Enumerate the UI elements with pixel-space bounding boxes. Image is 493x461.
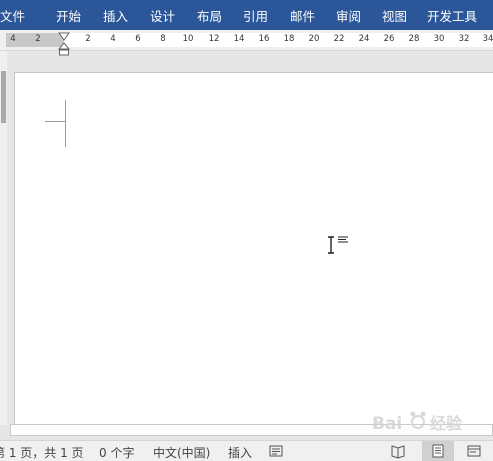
tab-developer[interactable]: 开发工具 — [427, 6, 477, 25]
tab-references[interactable]: 引用 — [243, 6, 268, 25]
tab-home[interactable]: 开始 — [56, 6, 81, 25]
svg-text:Bai: Bai — [372, 414, 402, 434]
ruler-text-area — [64, 33, 493, 47]
ruler-tick-label: 28 — [408, 34, 420, 44]
status-insert-mode[interactable]: 插入 — [228, 444, 252, 461]
ruler-tick-label: 18 — [283, 34, 295, 44]
status-page-info[interactable]: 第 1 页，共 1 页 — [0, 444, 84, 461]
ruler-tick-label: 32 — [458, 34, 470, 44]
ruler-tick-label: 24 — [358, 34, 370, 44]
ruler-tick-label: 10 — [182, 34, 194, 44]
ruler-tick-label: 8 — [160, 34, 166, 44]
tab-view[interactable]: 视图 — [382, 6, 407, 25]
ruler-tick-label: 34 — [482, 34, 493, 44]
tab-design[interactable]: 设计 — [150, 6, 175, 25]
tab-insert[interactable]: 插入 — [103, 6, 128, 25]
vertical-ruler-margin — [1, 71, 6, 123]
status-word-count[interactable]: 0 个字 — [99, 444, 134, 461]
tab-review[interactable]: 审阅 — [336, 6, 361, 25]
indent-marker-icon[interactable] — [58, 31, 70, 57]
ruler-tick-label: 4 — [110, 34, 116, 44]
ruler-tick-label: 4 — [10, 34, 16, 44]
ribbon-tab-bar: 文件 开始 插入 设计 布局 引用 邮件 审阅 视图 开发工具 — [0, 0, 493, 30]
web-layout-icon[interactable] — [466, 443, 482, 459]
ruler-tick-label: 6 — [135, 34, 141, 44]
macro-record-icon[interactable] — [268, 443, 284, 459]
click-and-type-align-icon — [338, 236, 348, 243]
tab-file[interactable]: 文件 — [0, 6, 25, 25]
margin-crop-mark — [45, 121, 65, 122]
tab-layout[interactable]: 布局 — [197, 6, 222, 25]
tab-mailings[interactable]: 邮件 — [290, 6, 315, 25]
read-mode-icon[interactable] — [390, 443, 406, 459]
ruler-tick-label: 2 — [35, 34, 41, 44]
status-bar: 第 1 页，共 1 页 0 个字 中文(中国) 插入 — [0, 440, 493, 461]
ruler-tick-label: 14 — [233, 34, 245, 44]
watermark-logo: Bai 经验 — [372, 402, 488, 442]
ruler-tick-label: 30 — [433, 34, 445, 44]
margin-crop-mark — [65, 100, 66, 147]
status-language[interactable]: 中文(中国) — [153, 444, 210, 461]
text-cursor-icon — [328, 236, 334, 254]
ruler-tick-label: 12 — [208, 34, 220, 44]
vertical-ruler[interactable] — [0, 51, 7, 425]
ruler-tick-label: 26 — [383, 34, 395, 44]
print-layout-icon[interactable] — [430, 443, 446, 459]
ruler-tick-label: 22 — [333, 34, 345, 44]
horizontal-ruler[interactable]: 4 2 2 4 6 8 10 12 14 16 18 20 22 24 26 2… — [0, 30, 493, 51]
svg-text:经验: 经验 — [430, 414, 463, 433]
document-page[interactable] — [14, 72, 493, 425]
ruler-tick-label: 16 — [258, 34, 270, 44]
ruler-tick-label: 20 — [308, 34, 320, 44]
ruler-tick-label: 2 — [85, 34, 91, 44]
